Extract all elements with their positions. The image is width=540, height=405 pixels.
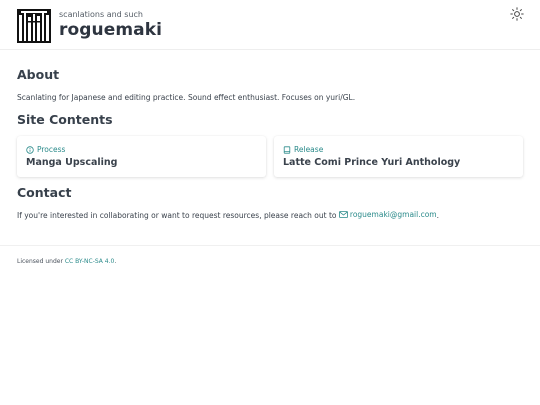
site-contents-heading: Site Contents (17, 112, 113, 127)
content-card-process[interactable]: Process Manga Upscaling (17, 136, 266, 177)
card-title: Manga Upscaling (26, 157, 118, 168)
card-category: Process (26, 145, 65, 154)
about-text: Scanlating for Japanese and editing prac… (17, 93, 356, 102)
site-tagline: scanlations and such (59, 10, 143, 19)
about-heading: About (17, 67, 60, 82)
site-logo[interactable] (17, 9, 51, 43)
site-header: scanlations and such roguemaki (0, 0, 540, 50)
license-link[interactable]: CC BY-NC-SA 4.0 (65, 258, 115, 265)
footer-prefix: Licensed under (17, 258, 63, 265)
mail-icon (339, 211, 348, 218)
card-category: Release (283, 145, 323, 154)
sun-icon[interactable] (510, 7, 524, 21)
card-category-label: Process (37, 145, 66, 154)
content-card-release[interactable]: Release Latte Comi Prince Yuri Anthology (274, 136, 523, 177)
email-link[interactable]: roguemaki@gmail.com (339, 210, 437, 219)
site-footer: Licensed under CC BY-NC-SA 4.0. (17, 258, 116, 265)
email-address: roguemaki@gmail.com (349, 210, 437, 219)
card-title: Latte Comi Prince Yuri Anthology (283, 157, 461, 168)
contact-heading: Contact (17, 185, 72, 200)
contact-message: If you're interested in collaborating or… (17, 211, 337, 220)
info-circle-icon (26, 145, 34, 154)
contact-text: If you're interested in collaborating or… (17, 210, 439, 220)
card-category-label: Release (294, 145, 324, 154)
contact-trailing: . (436, 211, 439, 220)
footer-divider (0, 245, 540, 246)
site-title[interactable]: roguemaki (59, 20, 162, 40)
book-icon (283, 145, 291, 154)
footer-suffix: . (114, 258, 117, 265)
